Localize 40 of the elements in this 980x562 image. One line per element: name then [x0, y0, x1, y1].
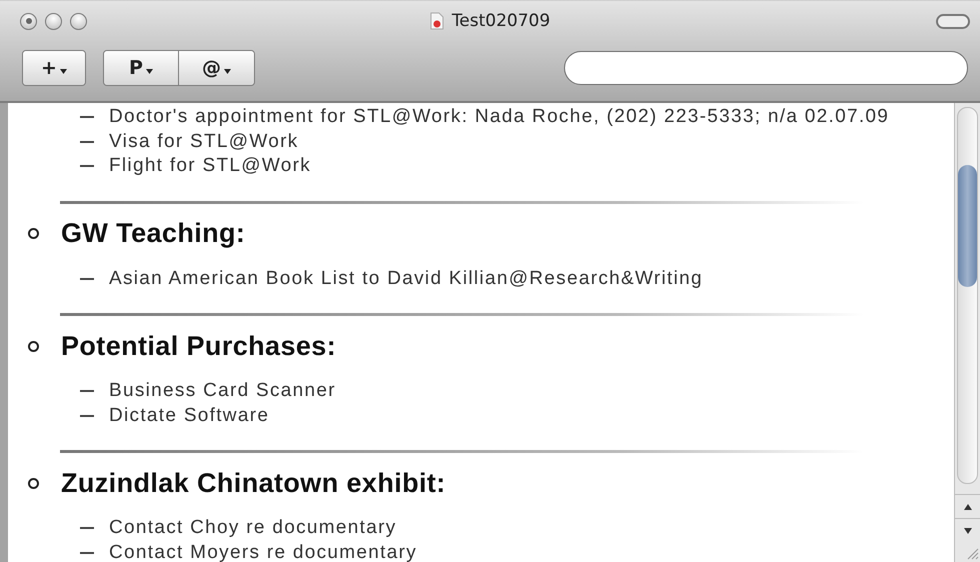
scrollbar[interactable]: [954, 103, 980, 562]
search-field[interactable]: [564, 51, 968, 85]
scroll-thumb[interactable]: [958, 165, 977, 287]
up-arrow-icon: [962, 502, 972, 510]
caret-icon: [224, 68, 231, 74]
list-item: Contact Moyers re documentary: [109, 542, 418, 562]
document-icon: [430, 12, 444, 30]
bullet-icon: [28, 228, 39, 239]
list-item: Contact Choy re documentary: [109, 517, 396, 540]
bullet-icon: [28, 478, 39, 488]
dash-icon: [80, 390, 94, 392]
dash-icon: [80, 140, 94, 143]
list-item: Asian American Book List to David Killian@Research&Writing: [109, 268, 703, 290]
list-item: Doctor's appointment for STL@Work: Nada Roche, (202) 223-5333; n/a 02.07.09: [109, 106, 890, 128]
toolbar-toggle-button[interactable]: [936, 14, 970, 28]
window-title: Test020709: [452, 11, 550, 31]
dash-icon: [80, 552, 94, 554]
section-heading: GW Teaching:: [61, 218, 246, 249]
toolbar-menu-button[interactable]: @: [179, 51, 254, 85]
caret-icon: [60, 68, 67, 74]
down-arrow-icon: [962, 526, 972, 534]
dash-icon: [80, 165, 94, 168]
bullet-icon: [28, 340, 39, 352]
list-item: Visa for STL@Work: [109, 130, 299, 153]
list-item: Flight for STL@Work: [109, 155, 312, 178]
caret-icon: [146, 68, 153, 74]
list-item: Business Card Scanner: [109, 380, 336, 402]
dash-icon: [80, 414, 94, 417]
dash-icon: [80, 116, 94, 118]
list-item: Dictate Software: [109, 404, 270, 427]
toolbar-menu-button[interactable]: +: [23, 51, 85, 85]
resize-grip-icon[interactable]: [965, 546, 979, 560]
zoom-icon[interactable]: [70, 12, 87, 30]
toolbar-menu-button[interactable]: P: [104, 51, 179, 85]
section-heading: Zuzindlak Chinatown exhibit:: [61, 468, 446, 498]
minimize-icon[interactable]: [45, 12, 62, 30]
section-heading: Potential Purchases:: [61, 330, 336, 362]
dash-icon: [80, 278, 94, 280]
dash-icon: [80, 527, 94, 530]
close-icon[interactable]: [20, 12, 37, 30]
